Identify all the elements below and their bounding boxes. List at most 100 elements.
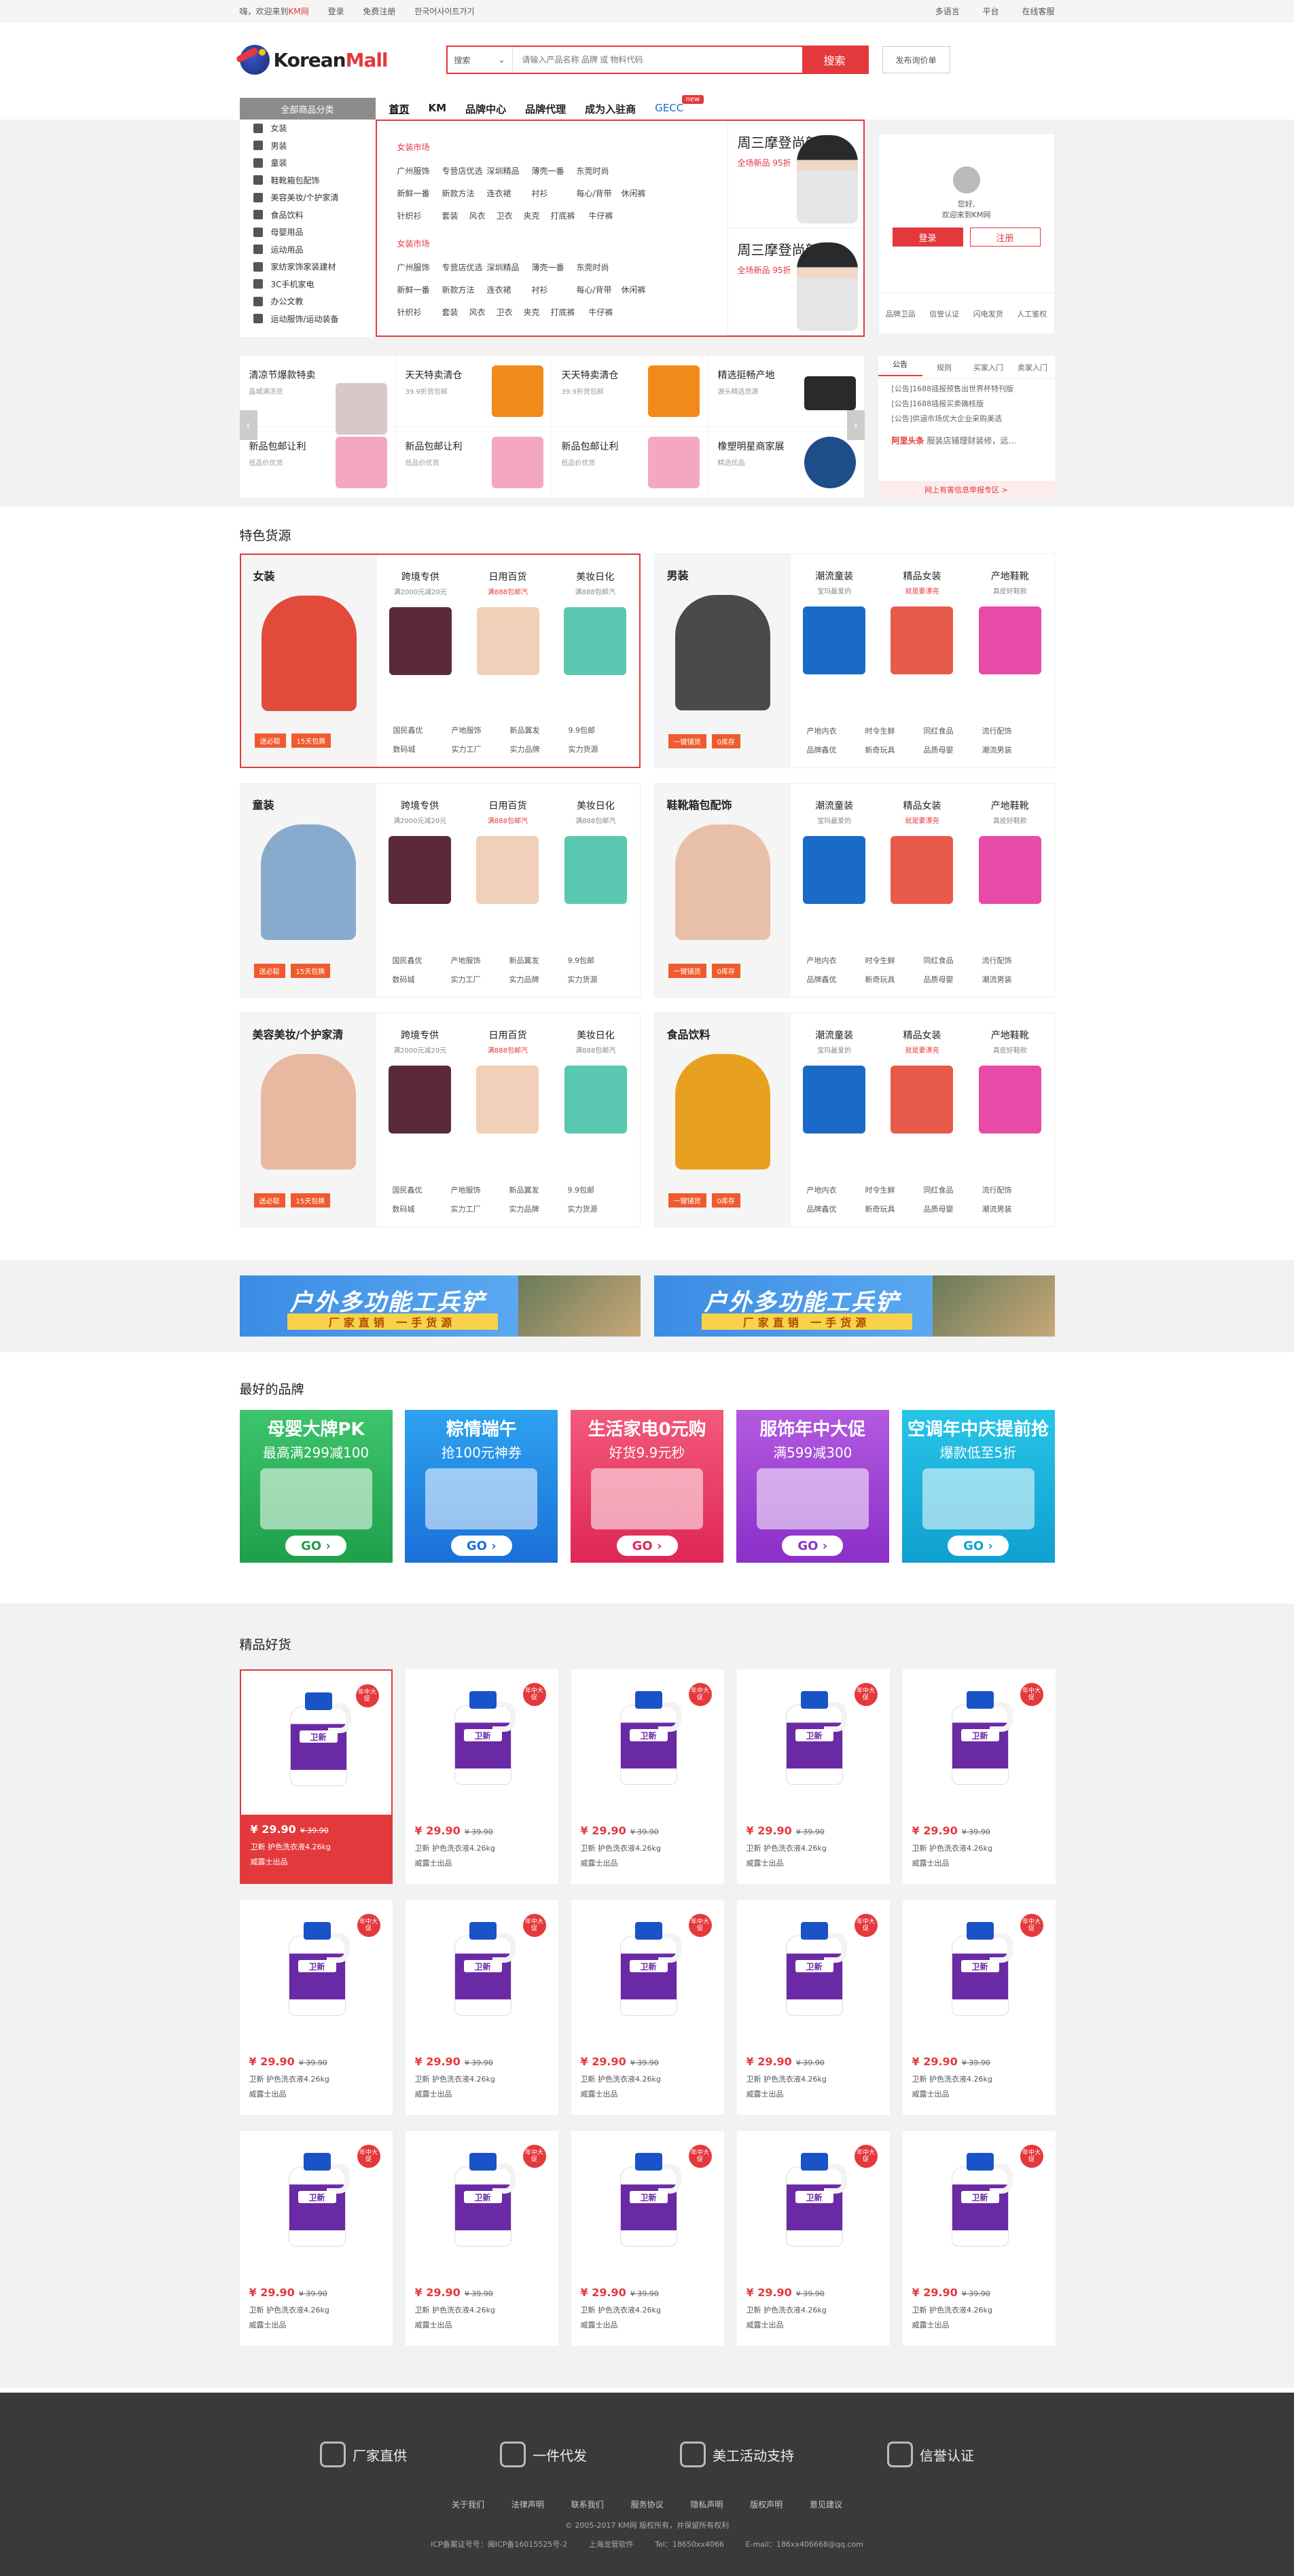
feature-product[interactable]: 产地鞋靴 真皮好鞋款 bbox=[966, 554, 1054, 697]
category-item[interactable]: 家纺家饰家装建材 bbox=[240, 258, 376, 276]
footer-link[interactable]: 联系我们 bbox=[571, 2500, 604, 2509]
category-item[interactable]: 母婴用品 bbox=[240, 223, 376, 241]
feature-card[interactable]: 美容美妆/个护家清 送必聪 15天包换 跨境专供 满2000元减20元 日用百货 满888包… bbox=[239, 1013, 641, 1227]
search-button[interactable]: 搜索 bbox=[802, 47, 867, 73]
category-item[interactable]: 童装 bbox=[240, 154, 376, 172]
flyout-ad[interactable]: 周三摩登尚新 全场新品 95折 bbox=[727, 228, 863, 335]
feature-product[interactable]: 精品女装 就是要漂亮 bbox=[878, 1013, 966, 1156]
feature-tag-link[interactable]: 时令生鲜 bbox=[865, 1184, 924, 1195]
product-card[interactable]: 卫新 年中大促 ¥ 29.90 ¥ 39.90 卫新 护色洗衣液4.26kg 威露士出品 bbox=[571, 2131, 724, 2346]
nav-item-join[interactable]: 成为入驻商 bbox=[585, 102, 636, 116]
notice-item[interactable]: [公告]供涵市场优大企业采购美选 bbox=[878, 409, 1055, 424]
feature-tag-link[interactable]: 实力货源 bbox=[568, 974, 626, 985]
feature-tag-link[interactable]: 潮流男装 bbox=[982, 974, 1041, 985]
feature-tag-link[interactable]: 实力货源 bbox=[569, 744, 627, 755]
product-card[interactable]: 卫新 年中大促 ¥ 29.90 ¥ 39.90 卫新 护色洗衣液4.26kg 威露士出品 bbox=[902, 2131, 1056, 2346]
register-link[interactable]: 免费注册 bbox=[363, 7, 395, 16]
feature-tag-link[interactable]: 潮流男装 bbox=[982, 1203, 1041, 1214]
site-logo[interactable]: KoreanMall bbox=[239, 45, 444, 75]
feature-product[interactable]: 产地鞋靴 真皮好鞋款 bbox=[966, 1013, 1054, 1156]
headline[interactable]: 阿里头条 服装店铺理财装修，远… bbox=[878, 424, 1055, 446]
brand-card[interactable]: 服饰年中大促 满599减300 GO › bbox=[736, 1410, 889, 1563]
feature-tag[interactable]: 0库存 bbox=[711, 1193, 740, 1208]
feature-product[interactable]: 日用百货 满888包邮汽 bbox=[464, 1013, 552, 1156]
feature-tag-link[interactable]: 流行配饰 bbox=[982, 955, 1041, 966]
feature-tag-link[interactable]: 产地内衣 bbox=[807, 1184, 865, 1195]
category-item[interactable]: 运动用品 bbox=[240, 241, 376, 259]
login-button[interactable]: 登录 bbox=[892, 228, 963, 247]
outdoor-banner[interactable]: 户外多功能工兵铲 厂家直销 一手货源 bbox=[239, 1275, 641, 1337]
feature-tag-link[interactable]: 产地服饰 bbox=[451, 955, 509, 966]
feature-tag-link[interactable]: 产地内衣 bbox=[807, 725, 865, 736]
product-card[interactable]: 卫新 年中大促 ¥ 29.90 ¥ 39.90 卫新 护色洗衣液4.26kg 威露士出品 bbox=[239, 1669, 393, 1884]
feature-product[interactable]: 美妆日化 满888包邮汽 bbox=[552, 784, 639, 926]
feature-product[interactable]: 精品女装 就是要漂亮 bbox=[878, 784, 966, 926]
feature-tag[interactable]: 15天包换 bbox=[290, 964, 331, 978]
feature-tag[interactable]: 0库存 bbox=[711, 734, 740, 748]
product-card[interactable]: 卫新 年中大促 ¥ 29.90 ¥ 39.90 卫新 护色洗衣液4.26kg 威露士出品 bbox=[736, 1900, 890, 2115]
promo-cell[interactable]: 天天特卖清仓 39.9折货包邮 bbox=[552, 356, 708, 427]
feature-product[interactable]: 美妆日化 满888包邮汽 bbox=[552, 1013, 639, 1156]
category-item[interactable]: 办公文教 bbox=[240, 293, 376, 310]
search-input[interactable] bbox=[512, 47, 802, 73]
nav-item-brand-center[interactable]: 品牌中心 bbox=[465, 102, 506, 116]
feature-product[interactable]: 日用百货 满888包邮汽 bbox=[464, 784, 552, 926]
feature-tag-link[interactable]: 新品翼发 bbox=[509, 955, 568, 966]
feature-tag-link[interactable]: 国民鑫优 bbox=[393, 725, 452, 736]
language-link[interactable]: 多语言 bbox=[935, 7, 960, 16]
feature-tag-link[interactable]: 实力品牌 bbox=[509, 1203, 568, 1214]
feature-tag-link[interactable]: 品质母婴 bbox=[924, 1203, 982, 1214]
category-item[interactable]: 鞋靴箱包配饰 bbox=[240, 172, 376, 189]
category-item[interactable]: 男装 bbox=[240, 137, 376, 155]
footer-link[interactable]: 隐私声明 bbox=[690, 2500, 723, 2509]
product-card[interactable]: 卫新 年中大促 ¥ 29.90 ¥ 39.90 卫新 护色洗衣液4.26kg 威露士出品 bbox=[902, 1900, 1056, 2115]
feature-product[interactable]: 潮流童装 宝玛最爱的 bbox=[791, 1013, 878, 1156]
feature-tag-link[interactable]: 9.9包邮 bbox=[568, 1184, 626, 1195]
footer-link[interactable]: 服务协议 bbox=[630, 2500, 663, 2509]
promo-cell[interactable]: 新品包邮让利 低品价优货 bbox=[395, 427, 552, 498]
feature-card[interactable]: 童装 送必聪 15天包换 跨境专供 满2000元减20元 日用百货 满888包邮汽 美妆日化满… bbox=[239, 783, 641, 998]
feature-tag-link[interactable]: 实力货源 bbox=[568, 1203, 626, 1214]
feature-product[interactable]: 精品女装 就是要漂亮 bbox=[878, 554, 966, 697]
feature-tag-link[interactable]: 时令生鲜 bbox=[865, 955, 924, 966]
feature-tag-link[interactable]: 数码城 bbox=[393, 744, 452, 755]
go-button[interactable]: GO › bbox=[782, 1536, 844, 1556]
feature-tag[interactable]: 0库存 bbox=[711, 964, 740, 978]
feature-tag-link[interactable]: 产地内衣 bbox=[807, 955, 865, 966]
korean-site-link[interactable]: 한국어사이트가기 bbox=[414, 7, 474, 16]
feature-tag-link[interactable]: 新品翼发 bbox=[509, 1184, 568, 1195]
search-type-select[interactable]: 搜索 ⌄ bbox=[448, 47, 513, 73]
feature-tag-link[interactable]: 同红食品 bbox=[924, 1184, 982, 1195]
register-button[interactable]: 注册 bbox=[969, 228, 1041, 247]
feature-tag-link[interactable]: 实力工厂 bbox=[451, 974, 509, 985]
product-card[interactable]: 卫新 年中大促 ¥ 29.90 ¥ 39.90 卫新 护色洗衣液4.26kg 威露士出品 bbox=[405, 1669, 558, 1884]
feature-card[interactable]: 女装 送必聪 15天包换 跨境专供 满2000元减20元 日用百货 满888包邮汽 美妆日化满… bbox=[239, 554, 641, 768]
product-card[interactable]: 卫新 年中大促 ¥ 29.90 ¥ 39.90 卫新 护色洗衣液4.26kg 威露士出品 bbox=[571, 1900, 724, 2115]
promo-cell[interactable]: 精选挺畅产地 源头精选货源 bbox=[708, 356, 865, 427]
user-link[interactable]: 信誉认证 bbox=[922, 308, 967, 319]
user-link[interactable]: 闪电发货 bbox=[967, 308, 1011, 319]
feature-tag-link[interactable]: 品质母婴 bbox=[924, 744, 982, 755]
category-item[interactable]: 美容美妆/个护家清 bbox=[240, 189, 376, 206]
feature-tag-link[interactable]: 流行配饰 bbox=[982, 1184, 1041, 1195]
footer-link[interactable]: 关于我们 bbox=[452, 2500, 484, 2509]
promo-cell[interactable]: 新品包邮让利 低品价优货 bbox=[552, 427, 708, 498]
feature-product[interactable]: 跨境专供 满2000元减20元 bbox=[376, 784, 464, 926]
promo-cell[interactable]: 清凉节爆款特卖 晶城满汤货 bbox=[239, 356, 396, 435]
product-card[interactable]: 卫新 年中大促 ¥ 29.90 ¥ 39.90 卫新 护色洗衣液4.26kg 威露士出品 bbox=[239, 1900, 393, 2115]
product-card[interactable]: 卫新 年中大促 ¥ 29.90 ¥ 39.90 卫新 护色洗衣液4.26kg 威露士出品 bbox=[571, 1669, 724, 1884]
user-link[interactable]: 人工鉴权 bbox=[1010, 308, 1054, 319]
product-card[interactable]: 卫新 年中大促 ¥ 29.90 ¥ 39.90 卫新 护色洗衣液4.26kg 威露士出品 bbox=[405, 1900, 558, 2115]
tab-notice[interactable]: 公告 bbox=[878, 359, 922, 376]
feature-tag-link[interactable]: 9.9包邮 bbox=[569, 725, 627, 736]
all-categories-button[interactable]: 全部商品分类 bbox=[239, 98, 376, 120]
service-link[interactable]: 在线客服 bbox=[1022, 7, 1054, 16]
feature-tag-link[interactable]: 数码城 bbox=[393, 1203, 451, 1214]
feature-tag-link[interactable]: 流行配饰 bbox=[982, 725, 1041, 736]
product-card[interactable]: 卫新 年中大促 ¥ 29.90 ¥ 39.90 卫新 护色洗衣液4.26kg 威露士出品 bbox=[736, 1669, 890, 1884]
tab-seller[interactable]: 卖家入门 bbox=[1011, 362, 1055, 373]
feature-tag-link[interactable]: 国民鑫优 bbox=[393, 955, 451, 966]
feature-tag-link[interactable]: 实力工厂 bbox=[451, 1203, 509, 1214]
promo-cell[interactable]: 天天特卖清仓 39.9折货包邮 bbox=[395, 356, 552, 427]
go-button[interactable]: GO › bbox=[285, 1536, 346, 1556]
